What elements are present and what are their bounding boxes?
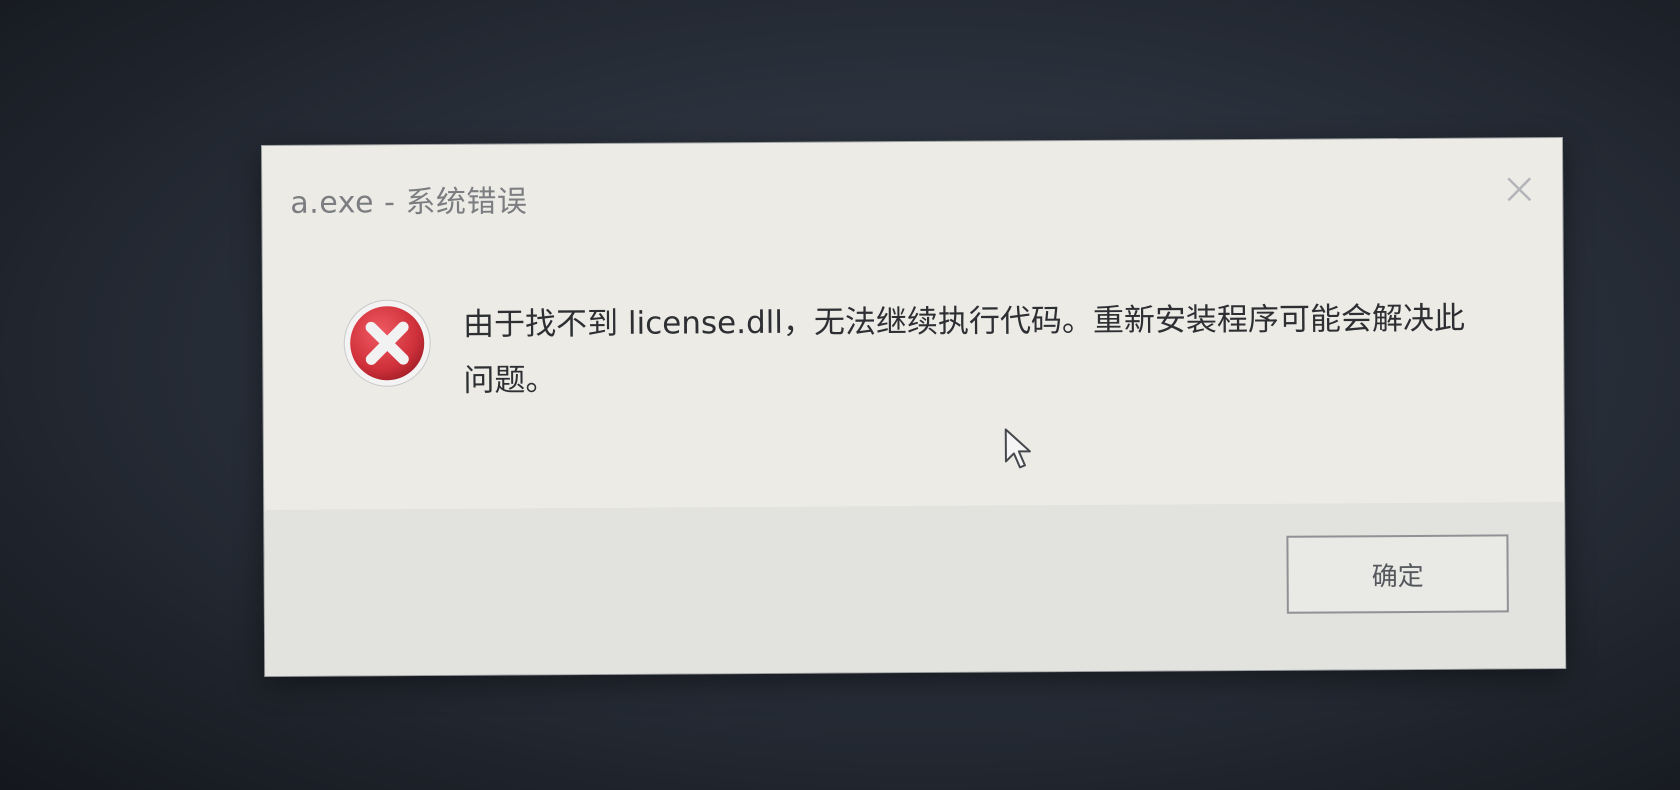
close-button[interactable]: [1504, 174, 1534, 204]
close-icon: [1507, 177, 1532, 202]
dialog-title: a.exe - 系统错误: [290, 184, 528, 221]
dialog-footer: 确定: [264, 502, 1566, 676]
message-area: 由于找不到 license.dll，无法继续执行代码。重新安装程序可能会解决此问…: [263, 248, 1564, 456]
mouse-cursor-icon: [1004, 427, 1034, 471]
error-message: 由于找不到 license.dll，无法继续执行代码。重新安装程序可能会解决此问…: [462, 300, 1466, 399]
error-icon: [341, 297, 434, 390]
ok-button[interactable]: 确定: [1286, 534, 1509, 614]
error-dialog: a.exe - 系统错误 由于找不到 license.dll，无法继续执行代码。…: [262, 138, 1566, 676]
